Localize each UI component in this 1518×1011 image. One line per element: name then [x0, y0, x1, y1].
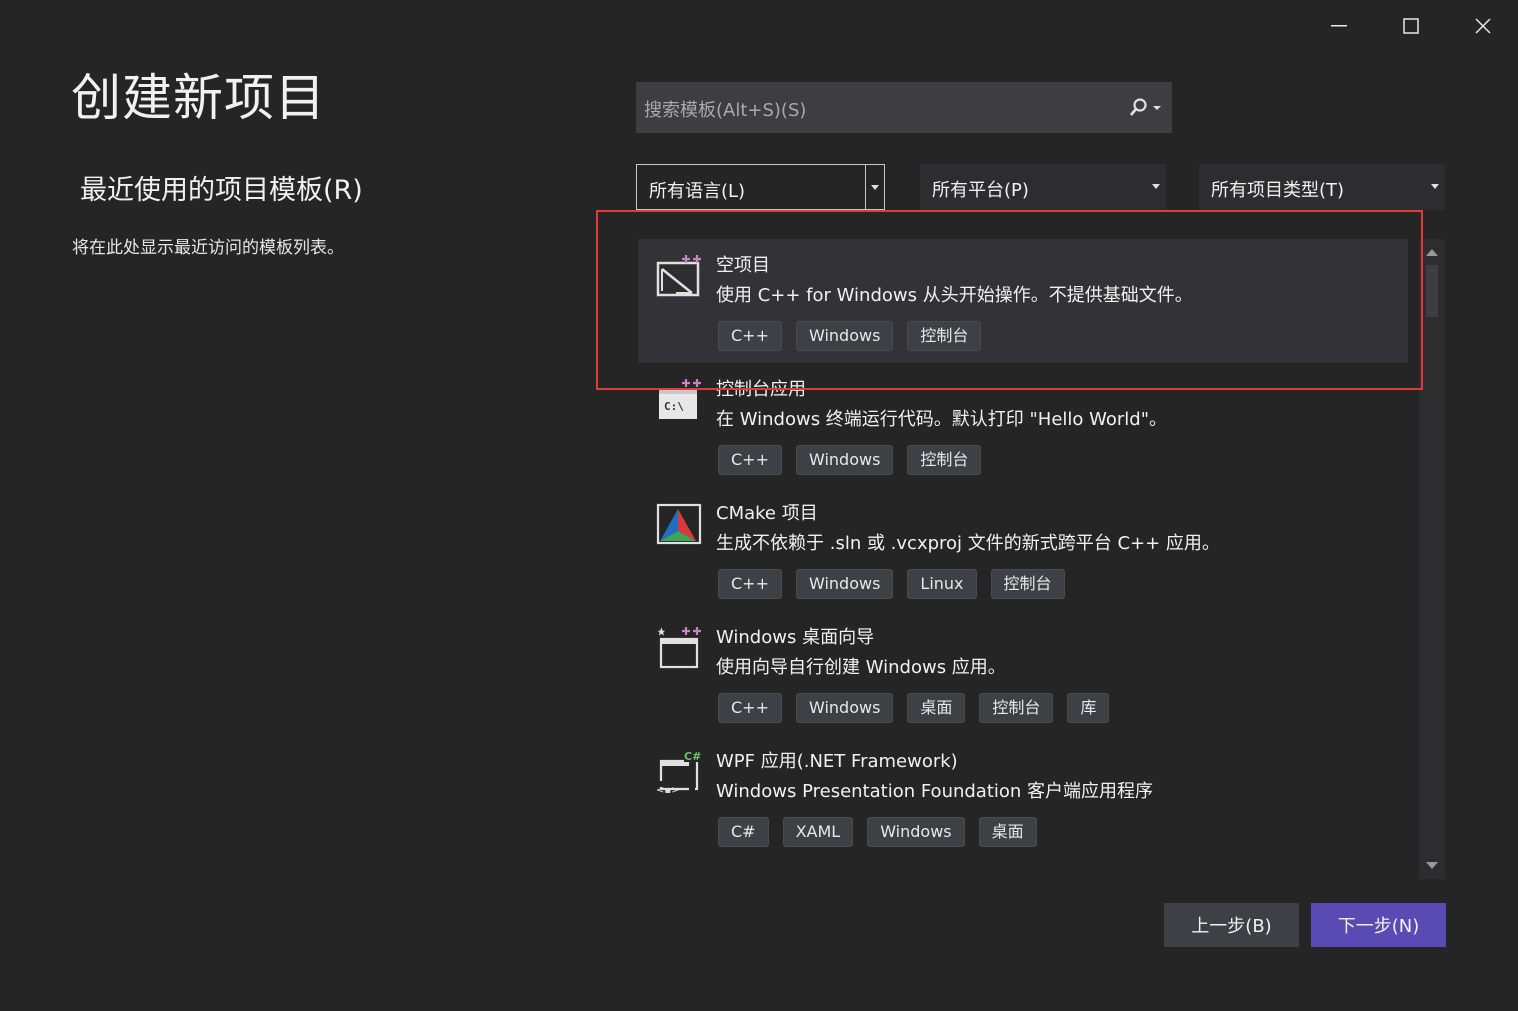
- tag: Windows: [795, 321, 894, 351]
- svg-text:C#: C#: [684, 750, 701, 763]
- template-item-wpf-app[interactable]: <▪> C# WPF 应用(.NET Framework) Windows Pr…: [638, 735, 1408, 859]
- template-name: 控制台应用: [716, 379, 806, 400]
- template-name: 空项目: [716, 255, 770, 276]
- template-description: 生成不依赖于 .sln 或 .vcxproj 文件的新式跨平台 C++ 应用。: [716, 533, 1220, 554]
- template-description: 使用向导自行创建 Windows 应用。: [716, 657, 1006, 678]
- tag: 桌面: [978, 817, 1037, 847]
- cmake-icon: [656, 503, 702, 545]
- template-name: WPF 应用(.NET Framework): [716, 751, 958, 772]
- project-type-filter[interactable]: 所有项目类型(T): [1199, 164, 1445, 210]
- maximize-button[interactable]: [1391, 8, 1431, 44]
- platform-filter-label: 所有平台(P): [932, 180, 1029, 201]
- back-button[interactable]: 上一步(B): [1164, 903, 1299, 947]
- template-tags: C++ Windows 控制台: [718, 321, 982, 351]
- template-tags: C++ Windows 控制台: [718, 445, 982, 475]
- language-filter[interactable]: 所有语言(L): [636, 164, 885, 210]
- tag: 控制台: [907, 445, 982, 475]
- template-item-empty-project[interactable]: 空项目 使用 C++ for Windows 从头开始操作。不提供基础文件。 C…: [638, 239, 1408, 363]
- platform-filter[interactable]: 所有平台(P): [920, 164, 1166, 210]
- template-item-console-app[interactable]: C:\ 控制台应用 在 Windows 终端运行代码。默认打印 "Hello W…: [638, 363, 1408, 487]
- tag: C++: [718, 321, 782, 351]
- template-description: 使用 C++ for Windows 从头开始操作。不提供基础文件。: [716, 285, 1193, 306]
- svg-text:C:\: C:\: [664, 400, 684, 413]
- search-box[interactable]: 搜索模板(Alt+S)(S): [636, 82, 1172, 133]
- tag: 控制台: [979, 693, 1054, 723]
- tag: XAML: [782, 817, 854, 847]
- recent-templates-empty-text: 将在此处显示最近访问的模板列表。: [72, 238, 344, 258]
- minimize-icon: [1331, 25, 1347, 27]
- template-description: 在 Windows 终端运行代码。默认打印 "Hello World"。: [716, 409, 1168, 430]
- tag: 控制台: [907, 321, 982, 351]
- tag: C++: [718, 569, 782, 599]
- template-item-desktop-wizard[interactable]: Windows 桌面向导 使用向导自行创建 Windows 应用。 C++ Wi…: [638, 611, 1408, 735]
- tag: 桌面: [907, 693, 966, 723]
- console-app-icon: C:\: [659, 379, 701, 419]
- tag: 控制台: [990, 569, 1065, 599]
- search-input[interactable]: 搜索模板(Alt+S)(S): [644, 96, 806, 122]
- wpf-app-icon: <▪> C#: [656, 749, 702, 795]
- tag: Windows: [795, 569, 894, 599]
- tag: Linux: [907, 569, 977, 599]
- page-title: 创建新项目: [71, 69, 326, 127]
- template-name: Windows 桌面向导: [716, 627, 875, 648]
- template-tags: C# XAML Windows 桌面: [718, 817, 1037, 847]
- svg-text:<▪>: <▪>: [656, 785, 680, 795]
- tag: C++: [718, 445, 782, 475]
- empty-project-icon: [656, 255, 701, 297]
- tag: C#: [718, 817, 769, 847]
- scroll-down-icon[interactable]: [1426, 862, 1438, 869]
- language-filter-label: 所有语言(L): [649, 181, 746, 202]
- next-button[interactable]: 下一步(N): [1311, 903, 1446, 947]
- template-list: 空项目 使用 C++ for Windows 从头开始操作。不提供基础文件。 C…: [638, 239, 1408, 879]
- scrollbar-thumb[interactable]: [1426, 265, 1438, 317]
- maximize-icon: [1403, 18, 1419, 34]
- desktop-wizard-icon: [657, 627, 701, 669]
- tag: Windows: [795, 693, 894, 723]
- language-filter-dropdown[interactable]: [865, 165, 884, 209]
- scroll-up-icon[interactable]: [1426, 249, 1438, 256]
- close-icon: [1475, 18, 1491, 34]
- template-item-cmake-project[interactable]: CMake 项目 生成不依赖于 .sln 或 .vcxproj 文件的新式跨平台…: [638, 487, 1408, 611]
- template-list-scrollbar[interactable]: [1419, 239, 1445, 879]
- template-tags: C++ Windows Linux 控制台: [718, 569, 1065, 599]
- close-button[interactable]: [1463, 8, 1503, 44]
- tag: Windows: [867, 817, 965, 847]
- tag: C++: [718, 693, 782, 723]
- minimize-button[interactable]: [1319, 8, 1359, 44]
- search-icon[interactable]: [1128, 96, 1162, 120]
- template-tags: C++ Windows 桌面 控制台 库: [718, 693, 1110, 723]
- project-type-filter-label: 所有项目类型(T): [1211, 180, 1345, 201]
- template-description: Windows Presentation Foundation 客户端应用程序: [716, 781, 1154, 802]
- tag: Windows: [795, 445, 894, 475]
- recent-templates-title: 最近使用的项目模板(R): [80, 175, 363, 206]
- chevron-down-icon: [1431, 184, 1439, 189]
- tag: 库: [1067, 693, 1110, 723]
- template-name: CMake 项目: [716, 503, 818, 524]
- chevron-down-icon: [871, 185, 879, 190]
- chevron-down-icon: [1152, 184, 1160, 189]
